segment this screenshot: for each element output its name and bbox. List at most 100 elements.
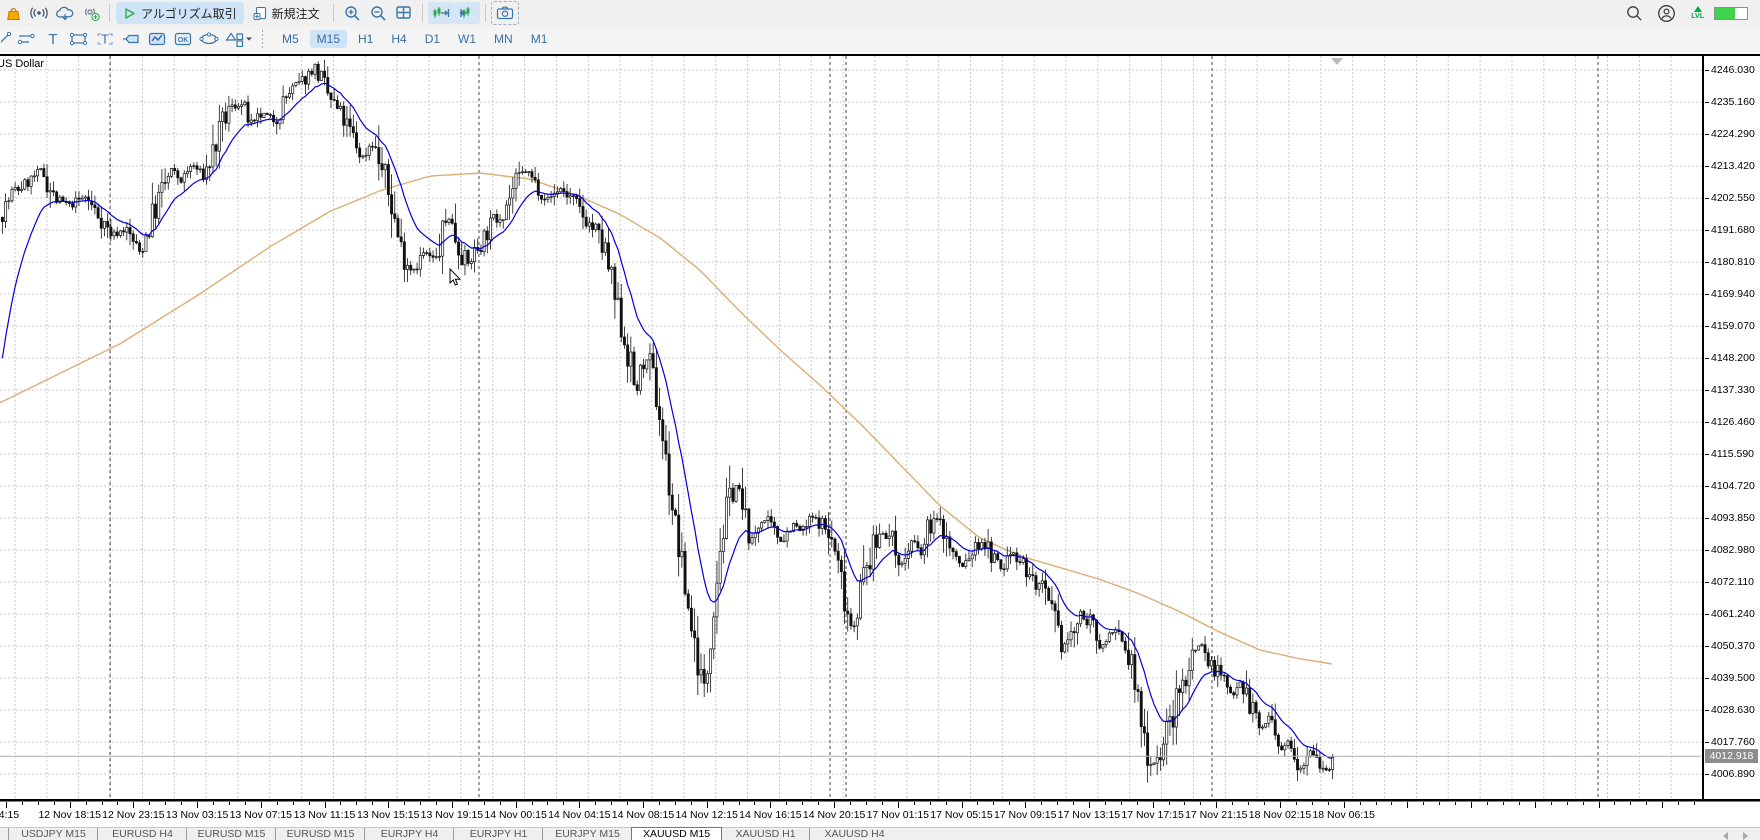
time-label: 14 Nov 20:15 [803,809,865,821]
time-tick [675,802,676,805]
vertical-line-tool-icon[interactable]: T [40,28,66,50]
chart-tab-xauusd-h4[interactable]: XAUUSD H4 [809,828,899,840]
level-up-arrow-icon [1694,6,1702,12]
rectangle-tool-icon[interactable] [66,28,92,50]
time-tick [1328,802,1329,805]
search-icon[interactable] [1621,2,1647,24]
mouse-cursor [449,268,463,288]
time-tick [420,802,421,805]
time-tick [1264,802,1265,805]
algo-trading-button[interactable]: アルゴリズム取引 [116,2,244,24]
market-icon[interactable] [0,2,26,24]
time-tick [866,802,867,805]
mt5-window: アルゴリズム取引 新規注文 [0,0,1760,840]
chart-tab-eurjpy-h1[interactable]: EURJPY H1 [453,828,543,840]
time-tick [70,802,71,808]
price-label-tool-icon[interactable] [118,28,144,50]
screenshot-icon[interactable] [491,1,519,25]
time-tick [117,802,118,805]
chart-tab-eurjpy-h4[interactable]: EURJPY H4 [364,828,454,840]
price-label: 4104.720 [1711,480,1755,492]
text-tool-icon[interactable]: T [92,28,118,50]
auto-scroll-icon[interactable] [454,2,480,24]
price-label: 4235.160 [1711,96,1755,108]
time-tick [1630,802,1631,805]
time-label: 12 Nov 23:15 [102,809,164,821]
timeframe-mn[interactable]: MN [487,30,520,48]
time-tick [1057,802,1058,805]
price-tick [1705,102,1709,103]
time-tick [962,802,963,808]
account-icon[interactable] [1653,2,1679,24]
price-tick [1705,710,1709,711]
price-label: 4082.980 [1711,544,1755,556]
level-indicator[interactable]: LVL [1691,6,1704,20]
chart-tab-eurjpy-m15[interactable]: EURJPY M15 [542,828,632,840]
time-tick [1344,802,1345,808]
timeframe-w1[interactable]: W1 [451,30,483,48]
price-chart[interactable] [0,52,1760,802]
time-tick [898,802,899,808]
broadcast-add-icon[interactable] [78,2,104,24]
price-label: 4093.850 [1711,512,1755,524]
price-tick [1705,390,1709,391]
cloud-icon[interactable] [52,2,78,24]
tile-windows-icon[interactable] [391,2,417,24]
chart-shift-icon[interactable] [428,2,454,24]
ellipse-tool-icon[interactable] [196,28,222,50]
chart-tab-xauusd-m15[interactable]: XAUUSD M15 [631,827,722,840]
price-label: 4159.070 [1711,320,1755,332]
time-tick [6,802,7,808]
time-tick [181,802,182,805]
price-label: 4072.110 [1711,576,1754,588]
cursor-tool-icon[interactable] [0,28,14,50]
time-tick [22,802,23,805]
time-tick [532,802,533,805]
ok-dialog-tool-icon[interactable]: OK [170,28,196,50]
price-axis[interactable]: 4246.0304235.1604224.2904213.4204202.550… [1703,52,1760,802]
zoom-in-icon[interactable] [339,2,365,24]
price-label: 4061.240 [1711,608,1755,620]
chevron-down-icon [245,35,253,43]
indicator-tool-icon[interactable] [144,28,170,50]
signals-icon[interactable] [26,2,52,24]
time-tick [516,802,517,808]
time-tick [1694,802,1695,805]
time-tick [1439,802,1440,805]
time-label: 14 Nov 16:15 [739,809,801,821]
trendline-tool-icon[interactable] [14,28,40,50]
chart-tab-eurusd-h4[interactable]: EURUSD H4 [97,828,187,840]
tabs-scroll-left-icon[interactable] [1723,832,1728,840]
zoom-out-icon[interactable] [365,2,391,24]
time-label: 17 Nov 05:15 [930,809,992,821]
time-tick [1248,802,1249,805]
time-tick [1296,802,1297,805]
time-tick [468,802,469,805]
price-label: 4017.760 [1711,736,1755,748]
chart-tab-eurusd-m15[interactable]: EURUSD M15 [275,828,365,840]
chart-title: US Dollar [0,58,44,70]
level-label: LVL [1691,13,1704,20]
chart-area[interactable]: US Dollar 4246.0304235.1604224.2904213.4… [0,52,1760,827]
time-tick [1503,802,1504,805]
timeframe-m1[interactable]: M1 [524,30,555,48]
chart-tab-eurusd-m15[interactable]: EURUSD M15 [186,828,276,840]
time-tick [1009,802,1010,805]
timeframe-m15[interactable]: M15 [310,30,347,48]
time-axis[interactable]: 14:1512 Nov 18:1512 Nov 23:1513 Nov 03:1… [0,802,1703,827]
price-label: 4180.810 [1711,256,1755,268]
chart-tab-usdjpy-m15[interactable]: USDJPY M15 [8,828,98,840]
price-label: 4246.030 [1711,64,1755,76]
chart-tab-xauusd-h1[interactable]: XAUUSD H1 [720,828,810,840]
shapes-tool-icon[interactable] [222,28,256,50]
tabs-scroll-right-icon[interactable] [1743,832,1748,840]
timeframe-h1[interactable]: H1 [351,30,380,48]
new-order-button[interactable]: 新規注文 [246,2,327,24]
price-label: 4050.370 [1711,640,1755,652]
price-tick [1705,646,1709,647]
timeframe-h4[interactable]: H4 [384,30,413,48]
timeframe-d1[interactable]: D1 [418,30,447,48]
timeframe-m5[interactable]: M5 [275,30,306,48]
time-tick [723,802,724,805]
time-label: 12 Nov 18:15 [38,809,100,821]
